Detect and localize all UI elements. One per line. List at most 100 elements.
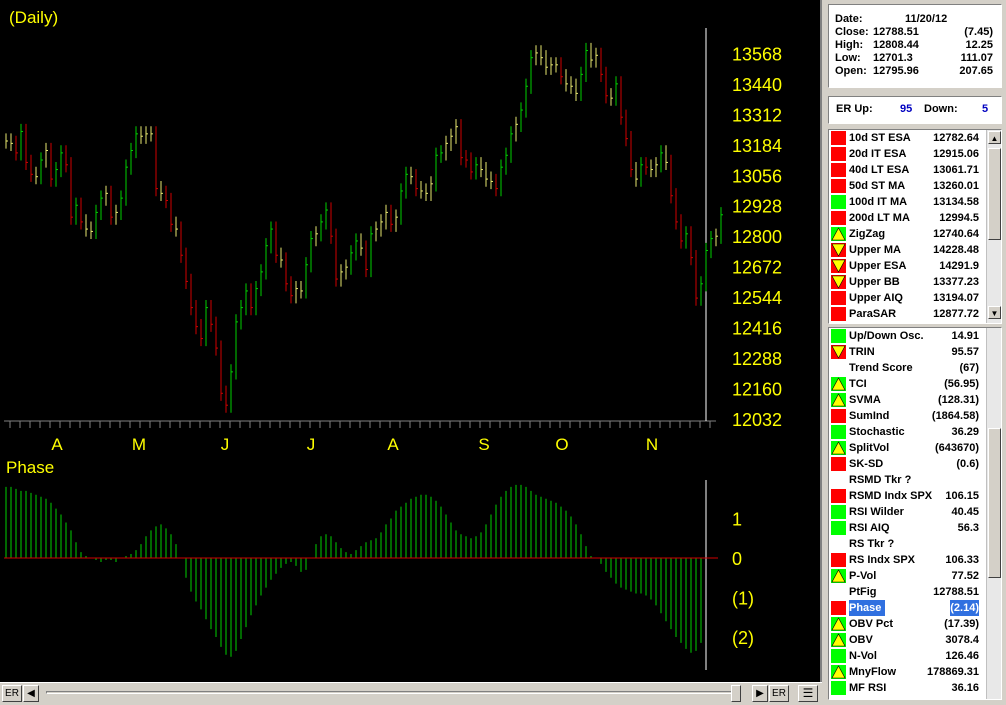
indicator-row[interactable]: RS Tkr ? bbox=[829, 536, 1001, 552]
up-triangle-icon bbox=[831, 441, 846, 455]
indicator-value: 13377.23 bbox=[933, 276, 979, 288]
indicator-row[interactable]: ZigZag 12740.64 bbox=[829, 226, 1001, 242]
scroll-thumb[interactable] bbox=[731, 685, 741, 702]
indicator-row[interactable]: ParaSAR 12877.72 bbox=[829, 306, 1001, 322]
price-y-tick-label: 13568 bbox=[732, 44, 782, 64]
indicator-row[interactable]: 50d ST MA 13260.01 bbox=[829, 178, 1001, 194]
list-menu-button[interactable]: ☰ bbox=[798, 685, 818, 702]
indicator-row[interactable]: SplitVol (643670) bbox=[829, 440, 1001, 456]
indicator-row[interactable]: RSI Wilder 40.45 bbox=[829, 504, 1001, 520]
indicator-name: TCI bbox=[849, 378, 867, 390]
open-value: 12795.96 bbox=[873, 65, 919, 77]
indicator-row[interactable]: RS Indx SPX 106.33 bbox=[829, 552, 1001, 568]
indicator-row[interactable]: OBV 3078.4 bbox=[829, 632, 1001, 648]
list-bottom-scrollbar[interactable] bbox=[986, 328, 1001, 699]
indicator-row[interactable]: 100d IT MA 13134.58 bbox=[829, 194, 1001, 210]
indicator-row[interactable]: Upper BB 13377.23 bbox=[829, 274, 1001, 290]
indicator-row[interactable]: Upper ESA 14291.9 bbox=[829, 258, 1001, 274]
price-bar bbox=[105, 185, 108, 206]
open-label: Open: bbox=[835, 65, 867, 77]
indicator-row[interactable]: RSMD Indx SPX 106.15 bbox=[829, 488, 1001, 504]
indicator-value: 12915.06 bbox=[933, 148, 979, 160]
indicator-row[interactable]: PtFig 12788.51 bbox=[829, 584, 1001, 600]
indicator-value: 12788.51 bbox=[933, 586, 979, 598]
indicator-row[interactable]: 200d LT MA 12994.5 bbox=[829, 210, 1001, 226]
indicator-row[interactable]: RSMD Tkr ? bbox=[829, 472, 1001, 488]
indicator-row[interactable]: 10d ST ESA 12782.64 bbox=[829, 130, 1001, 146]
chart-svg[interactable]: (Daily) 13568 13440 13312 13184 13056 12928 128… bbox=[0, 0, 820, 682]
price-bar bbox=[80, 197, 83, 230]
price-bar bbox=[215, 316, 218, 356]
down-triangle-icon bbox=[831, 259, 846, 273]
red-status-icon bbox=[831, 553, 846, 567]
price-bar bbox=[415, 169, 418, 197]
indicator-row[interactable]: MnyFlow 178869.31 bbox=[829, 664, 1001, 680]
indicator-row[interactable]: Upper MA 14228.48 bbox=[829, 242, 1001, 258]
indicator-row[interactable]: Phase (2.14) bbox=[829, 600, 1001, 616]
indicator-value: (643670) bbox=[934, 442, 979, 454]
er-left-button[interactable]: ER bbox=[2, 685, 22, 702]
scroll-track[interactable] bbox=[46, 691, 740, 694]
indicator-row[interactable]: Trend Score (67) bbox=[829, 360, 1001, 376]
indicator-list-bottom[interactable]: Up/Down Osc. 14.91 TRIN 95.57 Trend Score (67… bbox=[828, 327, 1002, 700]
list-top-scroll-thumb[interactable] bbox=[988, 148, 1001, 240]
indicator-list-top[interactable]: 10d ST ESA 12782.64 20d IT ESA 12915.06 40d … bbox=[828, 129, 1002, 324]
indicator-name: Up/Down Osc. bbox=[849, 330, 924, 342]
indicator-row[interactable]: Upper AIQ 13194.07 bbox=[829, 290, 1001, 306]
indicator-row[interactable]: SK-SD (0.6) bbox=[829, 456, 1001, 472]
price-bar bbox=[170, 192, 173, 232]
high-value: 12808.44 bbox=[873, 39, 919, 51]
indicator-row[interactable]: Stochastic 36.29 bbox=[829, 424, 1001, 440]
indicator-row[interactable]: RSI AIQ 56.3 bbox=[829, 520, 1001, 536]
price-bar bbox=[455, 119, 458, 144]
er-right-button[interactable]: ER bbox=[769, 685, 789, 702]
price-bar bbox=[310, 230, 313, 273]
indicator-name: OBV bbox=[849, 634, 873, 646]
price-bar bbox=[50, 142, 53, 187]
price-bar bbox=[675, 188, 678, 230]
indicator-name: RSMD Tkr ? bbox=[849, 474, 912, 486]
indicator-row[interactable]: OBV Pct (17.39) bbox=[829, 616, 1001, 632]
low-change: 111.07 bbox=[960, 52, 993, 64]
indicator-value: 106.33 bbox=[945, 554, 979, 566]
price-y-tick-label: 13440 bbox=[732, 75, 782, 95]
indicator-row[interactable]: 20d IT ESA 12915.06 bbox=[829, 146, 1001, 162]
price-bar bbox=[305, 257, 308, 299]
indicator-value: 13061.71 bbox=[933, 164, 979, 176]
scroll-up-arrow-icon[interactable]: ▲ bbox=[988, 131, 1001, 144]
scroll-right-button[interactable]: ▶ bbox=[752, 685, 768, 702]
month-label: O bbox=[555, 435, 568, 454]
scroll-left-button[interactable]: ◀ bbox=[23, 685, 39, 702]
list-top-scrollbar[interactable]: ▲ ▼ bbox=[986, 130, 1001, 323]
price-bar bbox=[365, 240, 368, 278]
empty-status-icon bbox=[831, 537, 846, 551]
indicator-row[interactable]: P-Vol 77.52 bbox=[829, 568, 1001, 584]
indicator-row[interactable]: Up/Down Osc. 14.91 bbox=[829, 328, 1001, 344]
price-bar bbox=[100, 190, 103, 221]
price-bar bbox=[30, 154, 33, 182]
price-bar bbox=[635, 161, 638, 187]
empty-status-icon bbox=[831, 585, 846, 599]
price-bar bbox=[660, 145, 663, 173]
indicator-name: RSI Wilder bbox=[849, 506, 904, 518]
up-triangle-icon bbox=[831, 377, 846, 391]
indicator-row[interactable]: SumInd (1864.58) bbox=[829, 408, 1001, 424]
indicator-value: (0.6) bbox=[956, 458, 979, 470]
price-bar bbox=[230, 364, 233, 413]
price-bar bbox=[690, 226, 693, 266]
er-down-label: Down: bbox=[924, 103, 958, 115]
indicator-row[interactable]: N-Vol 126.46 bbox=[829, 648, 1001, 664]
scroll-down-arrow-icon[interactable]: ▼ bbox=[988, 306, 1001, 319]
chart-area[interactable]: (Daily) 13568 13440 13312 13184 13056 12928 128… bbox=[0, 0, 822, 682]
price-bar bbox=[405, 166, 408, 199]
indicator-row[interactable]: 40d LT ESA 13061.71 bbox=[829, 162, 1001, 178]
price-bar bbox=[255, 280, 258, 316]
indicator-row[interactable]: SVMA (128.31) bbox=[829, 392, 1001, 408]
list-bottom-scroll-thumb[interactable] bbox=[988, 428, 1001, 578]
price-y-tick-label: 12928 bbox=[732, 197, 782, 217]
price-bar bbox=[240, 299, 243, 330]
indicator-row[interactable]: TRIN 95.57 bbox=[829, 344, 1001, 360]
indicator-row[interactable]: TCI (56.95) bbox=[829, 376, 1001, 392]
indicator-row[interactable]: MF RSI 36.16 bbox=[829, 680, 1001, 696]
price-bar bbox=[165, 185, 168, 209]
